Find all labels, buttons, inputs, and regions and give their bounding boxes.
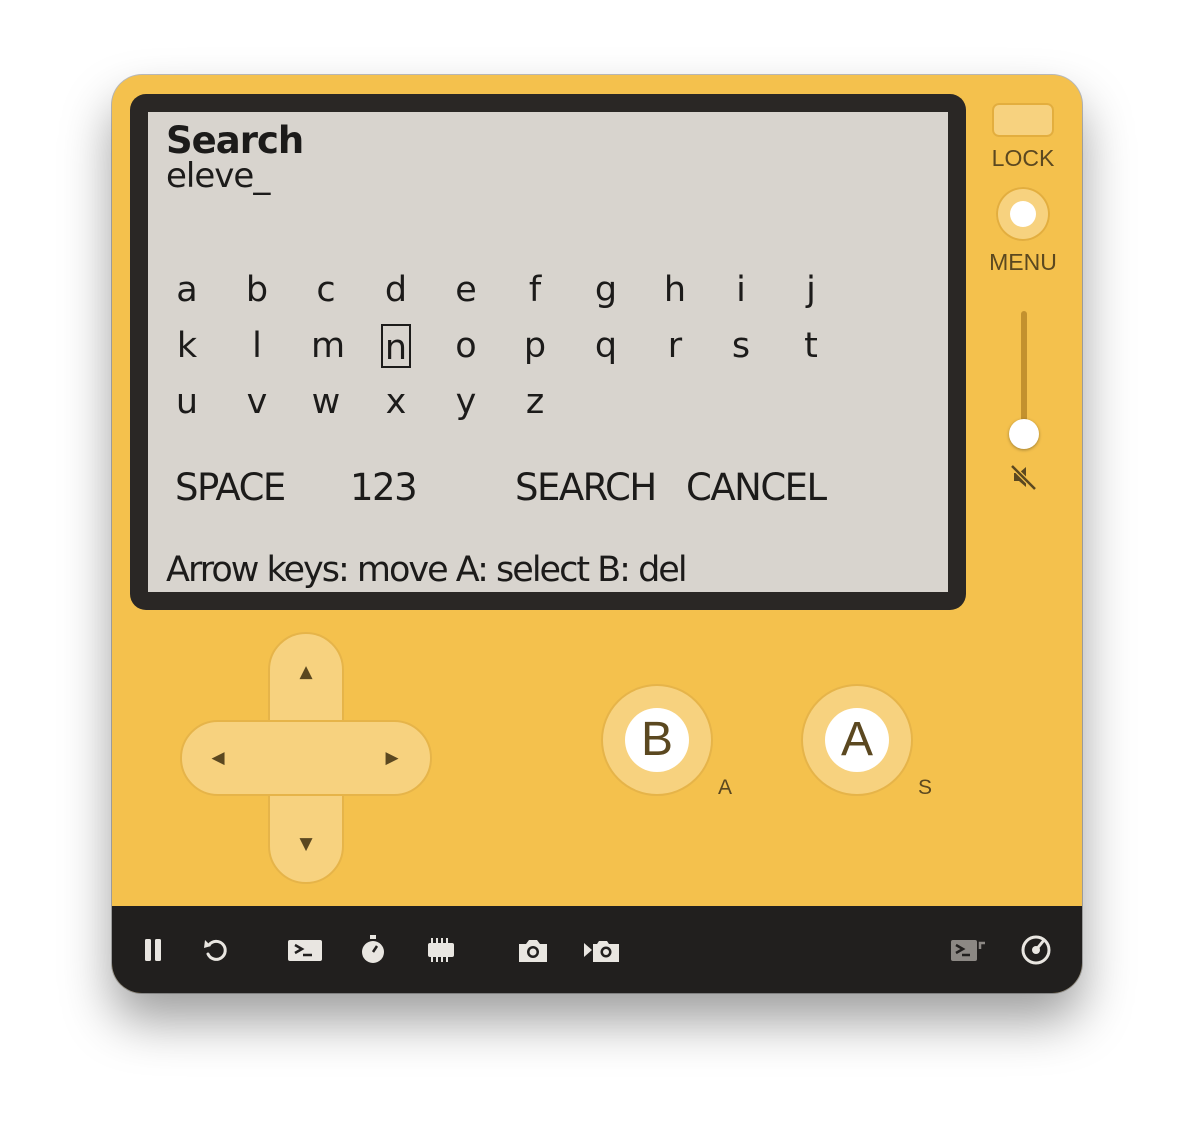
keyboard-key-g[interactable]: g xyxy=(591,268,621,312)
menu-label: MENU xyxy=(989,249,1057,275)
d-pad-down[interactable]: ▼ xyxy=(291,834,321,854)
keyboard-key-e[interactable]: e xyxy=(451,268,481,312)
pause-icon[interactable] xyxy=(135,932,171,968)
keyboard-key-t[interactable]: t xyxy=(796,324,826,368)
a-button-label: A xyxy=(825,708,889,772)
menu-button[interactable] xyxy=(996,187,1050,241)
lock-button[interactable] xyxy=(992,103,1054,137)
keyboard-key-r[interactable]: r xyxy=(660,324,690,368)
keyboard-key-i[interactable]: i xyxy=(726,268,756,312)
keyboard-key-d[interactable]: d xyxy=(381,268,411,312)
screen-bezel: Search eleve_ abcdefghijklmnopqrstuvwxyz… xyxy=(130,94,966,610)
device-console-icon[interactable] xyxy=(950,932,986,968)
d-pad-up[interactable]: ▲ xyxy=(291,662,321,682)
playdate-simulator-device: Search eleve_ abcdefghijklmnopqrstuvwxyz… xyxy=(112,75,1082,993)
cancel-key[interactable]: CANCEL xyxy=(686,466,827,510)
memory-chip-icon[interactable] xyxy=(423,932,459,968)
d-pad-center xyxy=(270,722,342,794)
keyboard-key-y[interactable]: y xyxy=(451,380,481,424)
restart-icon[interactable] xyxy=(198,932,234,968)
volume-slider-knob[interactable] xyxy=(1009,419,1039,449)
controls-help-text: Arrow keys: move A: select B: del xyxy=(166,550,688,590)
numbers-key[interactable]: 123 xyxy=(350,466,418,510)
keyboard-key-w[interactable]: w xyxy=(311,380,341,424)
search-key[interactable]: SEARCH xyxy=(515,466,657,510)
keyboard-key-p[interactable]: p xyxy=(520,324,550,368)
keyboard-key-m[interactable]: m xyxy=(311,324,345,368)
keyboard-key-n[interactable]: n xyxy=(381,324,411,368)
a-button[interactable]: A xyxy=(801,684,913,796)
b-button[interactable]: B xyxy=(601,684,713,796)
keyboard-key-s[interactable]: s xyxy=(726,324,756,368)
volume-slider-track[interactable] xyxy=(1021,311,1027,436)
keyboard-key-l[interactable]: l xyxy=(242,324,272,368)
a-button-key-hint: S xyxy=(918,776,933,799)
mute-speaker-icon[interactable] xyxy=(1008,461,1040,493)
keyboard-key-x[interactable]: x xyxy=(381,380,411,424)
screenshot-camera-icon[interactable] xyxy=(515,932,551,968)
simulator-toolbar xyxy=(112,906,1082,993)
d-pad-right[interactable]: ▶ xyxy=(377,748,407,768)
b-button-key-hint: A xyxy=(718,776,733,799)
keyboard-key-j[interactable]: j xyxy=(796,268,826,312)
device-screen[interactable]: Search eleve_ abcdefghijklmnopqrstuvwxyz… xyxy=(148,112,948,592)
keyboard-key-b[interactable]: b xyxy=(242,268,272,312)
keyboard-key-c[interactable]: c xyxy=(311,268,341,312)
keyboard-key-u[interactable]: u xyxy=(172,380,202,424)
console-icon[interactable] xyxy=(287,932,323,968)
keyboard-key-q[interactable]: q xyxy=(591,324,621,368)
keyboard-key-k[interactable]: k xyxy=(172,324,202,368)
space-key[interactable]: SPACE xyxy=(175,466,286,510)
keyboard-key-z[interactable]: z xyxy=(520,380,550,424)
device-gauge-icon[interactable] xyxy=(1018,932,1054,968)
search-query-text: eleve_ xyxy=(166,156,270,196)
keyboard-key-f[interactable]: f xyxy=(520,268,550,312)
keyboard-key-v[interactable]: v xyxy=(242,380,272,424)
stopwatch-icon[interactable] xyxy=(355,932,391,968)
d-pad-left[interactable]: ◀ xyxy=(203,748,233,768)
lock-label: LOCK xyxy=(991,145,1055,171)
b-button-label: B xyxy=(625,708,689,772)
menu-button-dot xyxy=(1010,201,1036,227)
keyboard-key-a[interactable]: a xyxy=(172,268,202,312)
record-video-icon[interactable] xyxy=(583,932,619,968)
keyboard-key-h[interactable]: h xyxy=(660,268,690,312)
keyboard-key-o[interactable]: o xyxy=(451,324,481,368)
